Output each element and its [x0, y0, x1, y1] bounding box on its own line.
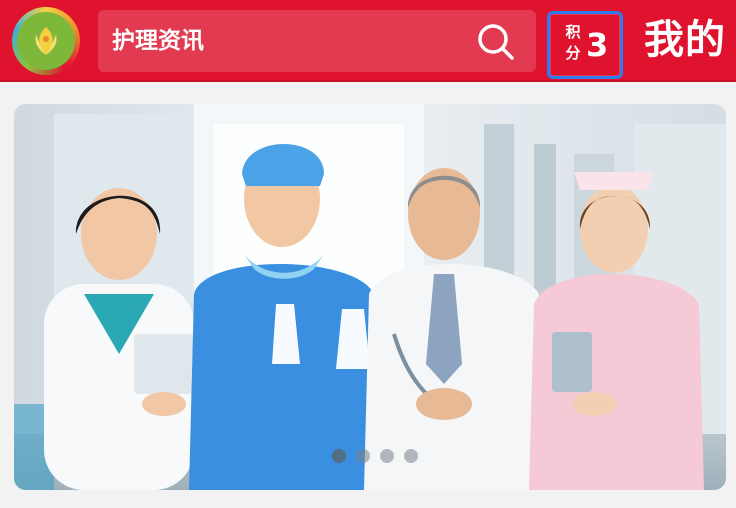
page: 护理资讯 积分 3 我的	[0, 0, 736, 508]
carousel-dot[interactable]	[332, 449, 346, 463]
page-background-strip	[0, 496, 736, 508]
banner-carousel[interactable]	[14, 104, 726, 490]
carousel-indicators	[0, 449, 736, 463]
search-icon[interactable]	[476, 22, 516, 62]
carousel-dot[interactable]	[380, 449, 394, 463]
top-header: 护理资讯 积分 3 我的	[0, 0, 736, 82]
points-button[interactable]: 积分 3	[547, 11, 623, 79]
mine-tab[interactable]: 我的	[644, 14, 726, 66]
carousel-dot[interactable]	[356, 449, 370, 463]
association-logo-icon[interactable]	[12, 7, 80, 75]
carousel-dot[interactable]	[404, 449, 418, 463]
search-bar[interactable]: 护理资讯	[98, 10, 536, 72]
search-input[interactable]: 护理资讯	[112, 26, 204, 56]
points-label: 积分	[565, 23, 581, 62]
logo-badge	[17, 12, 75, 70]
logo-mark-icon	[35, 27, 57, 55]
medical-staff-photo	[14, 104, 726, 490]
points-value: 3	[586, 26, 609, 64]
